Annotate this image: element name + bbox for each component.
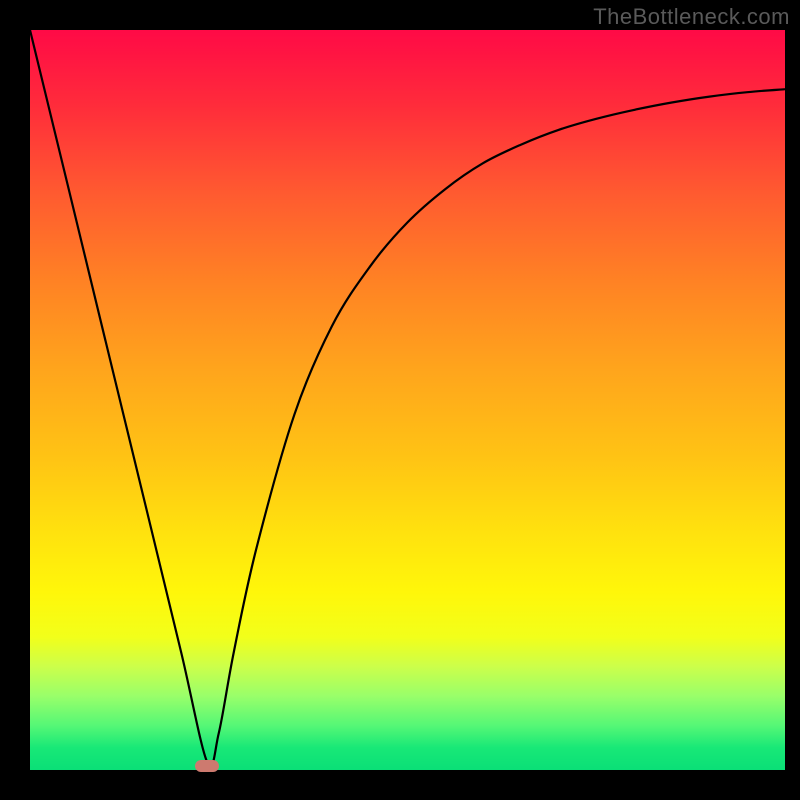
chart-frame: TheBottleneck.com <box>0 0 800 800</box>
optimum-marker <box>195 760 219 772</box>
plot-area <box>30 30 785 770</box>
bottleneck-curve <box>30 30 785 770</box>
watermark-text: TheBottleneck.com <box>593 4 790 30</box>
curve-path <box>30 30 785 767</box>
